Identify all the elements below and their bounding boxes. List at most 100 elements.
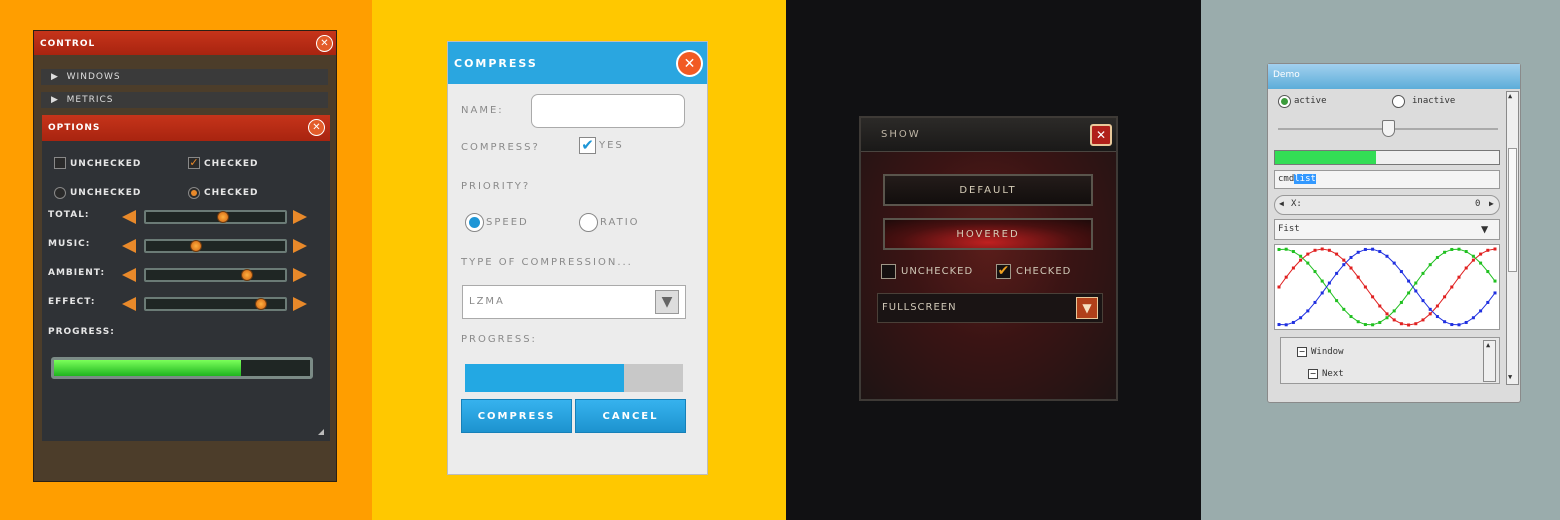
demo-window-header[interactable]: Demo [1268,64,1520,89]
close-icon[interactable]: ✕ [308,119,325,136]
scroll-thumb[interactable] [1508,148,1517,272]
options-header[interactable]: OPTIONS [42,115,330,141]
property-label: X: [1291,199,1302,209]
arrow-right-icon[interactable] [293,210,307,224]
control-window-header[interactable]: CONTROL [34,31,336,55]
slider-knob[interactable] [255,298,268,310]
series-point [1399,300,1403,304]
slider-ambient[interactable] [144,268,287,282]
progress-fill [1275,151,1376,164]
series-point [1291,266,1295,270]
command-input[interactable]: cmdlist [1274,170,1500,189]
display-mode-select[interactable]: FULLSCREEN ▼ [877,293,1103,323]
series-point [1486,270,1490,274]
checked-radio[interactable] [188,187,200,199]
demo-slider[interactable] [1278,120,1498,137]
checkbox-checked-label: CHECKED [1016,266,1072,277]
checked-checkbox[interactable]: ✔ [996,264,1011,279]
arrow-left-icon[interactable] [122,210,136,224]
series-point [1299,254,1303,258]
control-window[interactable]: CONTROL ✕ ▶ WINDOWS ▶ METRICS OPTIONS ✕ … [33,30,337,482]
slider-music[interactable] [144,239,287,253]
hovered-button[interactable]: HOVERED [883,218,1093,250]
close-icon[interactable]: ✕ [316,35,333,52]
series-point [1407,279,1411,283]
property-x[interactable]: ◀ X: 0 ▶ [1274,195,1500,215]
ratio-radio-label: RATIO [600,217,640,228]
slider-effect[interactable] [144,297,287,311]
demo-window[interactable]: Demo active inactive cmdlist ◀ X: 0 ▶ Fi… [1267,63,1521,403]
tree-item-next[interactable]: Next [1322,369,1344,379]
inactive-radio[interactable] [1392,95,1405,108]
compress-button-label: COMPRESS [477,410,556,422]
default-button[interactable]: DEFAULT [883,174,1093,206]
command-selection: list [1294,174,1316,184]
series-point [1493,247,1497,251]
checkmark-icon: ✔ [997,263,1010,279]
slider-knob[interactable] [217,211,230,223]
arrow-left-icon[interactable] [122,268,136,282]
cancel-button-label: CANCEL [602,410,659,422]
series-point [1407,323,1411,327]
arrow-left-icon[interactable]: ◀ [1279,199,1284,208]
compression-type-label: TYPE OF COMPRESSION... [461,257,633,268]
arrow-left-icon[interactable] [122,239,136,253]
slider-knob[interactable] [241,269,254,281]
unchecked-checkbox[interactable] [881,264,896,279]
series-point [1493,279,1497,283]
chevron-down-icon[interactable]: ▼ [1076,297,1098,319]
series-point [1320,291,1324,295]
series-point [1385,254,1389,258]
active-radio[interactable] [1278,95,1291,108]
close-icon[interactable]: ✕ [676,50,703,77]
unchecked-checkbox[interactable] [54,157,66,169]
series-point [1291,250,1295,254]
close-icon[interactable]: ✕ [1090,124,1112,146]
series-point [1284,323,1288,327]
name-input[interactable] [531,94,685,128]
sine-chart [1274,244,1500,330]
compress-window-header[interactable]: COMPRESS [448,42,707,84]
tree-item-metrics[interactable]: ▶ METRICS [41,92,328,108]
slider-knob[interactable] [190,240,203,252]
inactive-radio-label: inactive [1412,96,1456,106]
show-window-header[interactable]: SHOW [861,118,1116,152]
speed-radio[interactable] [465,213,484,232]
minus-icon[interactable]: − [1308,369,1318,379]
resize-grip-icon[interactable] [318,429,324,435]
compress-window[interactable]: COMPRESS ✕ NAME: COMPRESS? ✔ YES PRIORIT… [447,41,708,475]
arrow-down-icon[interactable]: ▼ [1508,373,1512,381]
cancel-button[interactable]: CANCEL [575,399,686,433]
chevron-down-icon[interactable]: ▼ [655,290,679,314]
demo-scrollbar[interactable]: ▲ ▼ [1506,91,1519,385]
compress-button[interactable]: COMPRESS [461,399,572,433]
series-point [1306,252,1310,256]
series-point [1443,250,1447,254]
tree-item-windows[interactable]: ▶ WINDOWS [41,69,328,85]
show-window[interactable]: SHOW ✕ DEFAULT HOVERED UNCHECKED ✔ CHECK… [859,116,1118,401]
arrow-right-icon[interactable] [293,297,307,311]
unchecked-radio[interactable] [54,187,66,199]
arrow-up-icon[interactable]: ▲ [1486,341,1490,349]
tree-scrollbar[interactable]: ▲ [1483,340,1496,382]
compress-checkbox[interactable]: ✔ [579,137,596,154]
demo-progress-bar [1274,150,1500,165]
combo-box[interactable]: Fist ▼ [1274,219,1500,240]
minus-icon[interactable]: − [1297,347,1307,357]
ratio-radio[interactable] [579,213,598,232]
arrow-right-icon[interactable] [293,268,307,282]
compression-type-select[interactable]: LZMA ▼ [462,285,686,319]
arrow-left-icon[interactable] [122,297,136,311]
series-point [1299,316,1303,320]
arrow-right-icon[interactable] [293,239,307,253]
checked-checkbox[interactable]: ✓ [188,157,200,169]
arrow-up-icon[interactable]: ▲ [1508,92,1512,100]
series-point [1371,323,1375,327]
series-point [1428,307,1432,311]
slider-total[interactable] [144,210,287,224]
tree-item-window[interactable]: Window [1311,347,1344,357]
chevron-down-icon[interactable]: ▼ [1481,222,1488,236]
slider-knob[interactable] [1382,120,1395,137]
radio-dot-icon [469,217,480,228]
arrow-right-icon[interactable]: ▶ [1489,199,1494,208]
